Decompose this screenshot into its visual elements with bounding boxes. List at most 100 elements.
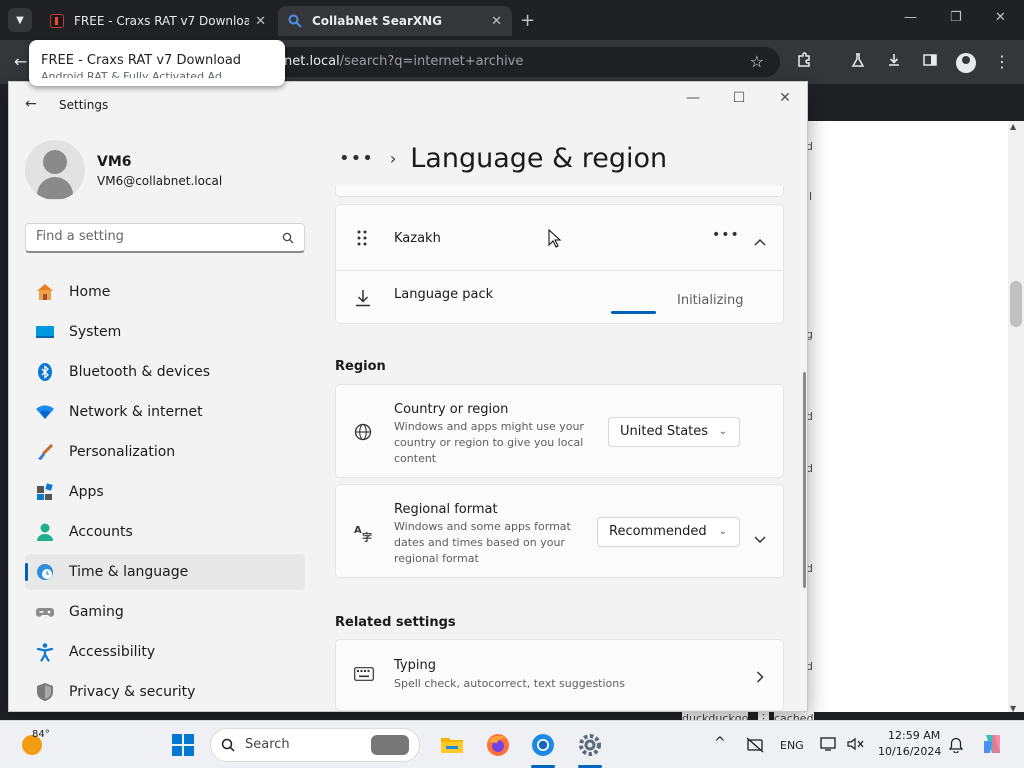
extensions-icon[interactable] xyxy=(794,52,814,72)
input-language[interactable]: ENG xyxy=(780,739,804,752)
volume-muted-icon[interactable] xyxy=(846,736,864,756)
breadcrumb-overflow-icon[interactable]: ••• xyxy=(339,148,374,169)
typing-row[interactable]: Typing Spell check, autocorrect, text su… xyxy=(335,639,784,711)
address-bar[interactable]: net.local/search?q=internet+archive ☆ xyxy=(200,47,780,77)
scroll-down-icon[interactable]: ▼ xyxy=(1010,704,1016,713)
close-tab-icon[interactable]: ✕ xyxy=(255,14,266,29)
page-scrollbar[interactable] xyxy=(1008,121,1024,712)
related-settings-heading: Related settings xyxy=(335,615,456,630)
typing-description: Spell check, autocorrect, text suggestio… xyxy=(394,677,625,690)
nav-item-apps[interactable]: Apps xyxy=(25,474,305,510)
nav-item-time-language[interactable]: Time & language xyxy=(25,554,305,590)
close-icon[interactable]: ✕ xyxy=(775,90,795,106)
nav-item-accounts[interactable]: Accounts xyxy=(25,514,305,550)
copilot-icon[interactable] xyxy=(982,733,1004,759)
apps-icon xyxy=(35,482,55,502)
clock-date[interactable]: 10/16/2024 xyxy=(878,745,941,758)
language-name: Kazakh xyxy=(394,231,441,246)
home-icon xyxy=(35,282,55,302)
gaming-icon xyxy=(35,602,55,622)
nav-label: Personalization xyxy=(69,444,176,460)
chevron-up-icon[interactable] xyxy=(754,231,766,250)
maximize-icon[interactable]: ☐ xyxy=(729,90,749,106)
language-item-kazakh: Kazakh ••• Language pack Initializing xyxy=(335,204,784,324)
chrome-menu-icon[interactable]: ⋮ xyxy=(992,52,1012,71)
nav-item-accessibility[interactable]: Accessibility xyxy=(25,634,305,670)
chevron-down-icon: ⌄ xyxy=(718,426,727,437)
search-icon xyxy=(221,729,235,764)
nav-label: Bluetooth & devices xyxy=(69,364,211,380)
regional-format-description: Windows and some apps format dates and t… xyxy=(394,520,571,565)
nav-item-personalization[interactable]: Personalization xyxy=(25,434,305,470)
browser-tab-searxng[interactable]: CollabNet SearXNG ✕ xyxy=(278,6,512,36)
chevron-down-icon: ⌄ xyxy=(718,526,727,537)
country-region-description: Windows and apps might use your country … xyxy=(394,420,584,465)
file-explorer-icon[interactable] xyxy=(440,733,464,757)
nav-item-system[interactable]: System xyxy=(25,314,305,350)
site-favicon-icon xyxy=(50,14,64,28)
regional-format-dropdown[interactable]: Recommended ⌄ xyxy=(597,517,740,547)
country-region-dropdown[interactable]: United States ⌄ xyxy=(608,417,740,447)
drag-handle-icon[interactable] xyxy=(356,229,368,251)
minimize-icon[interactable]: — xyxy=(904,10,917,25)
avatar xyxy=(25,140,85,200)
nav-label: Accounts xyxy=(69,524,133,540)
nav-label: Home xyxy=(69,284,111,300)
labs-flask-icon[interactable] xyxy=(848,52,868,72)
notification-bell-icon[interactable] xyxy=(948,737,964,757)
bookmark-star-icon[interactable]: ☆ xyxy=(750,47,764,77)
display-icon[interactable] xyxy=(820,736,838,756)
side-panel-icon[interactable] xyxy=(920,52,940,72)
settings-gear-icon[interactable] xyxy=(578,733,602,757)
profile-avatar-icon[interactable] xyxy=(956,53,976,73)
nav-item-privacy[interactable]: Privacy & security xyxy=(25,674,305,710)
language-card-partial xyxy=(335,186,784,197)
chrome-icon[interactable] xyxy=(531,733,555,757)
bluetooth-icon xyxy=(35,362,55,382)
browser-tab-craxs[interactable]: FREE - Craxs RAT v7 Download ✕ xyxy=(40,6,276,36)
regional-format-icon: A字 xyxy=(354,523,376,547)
more-options-icon[interactable]: ••• xyxy=(712,227,740,243)
user-profile[interactable]: VM6 VM6@collabnet.local xyxy=(25,134,315,210)
nav-item-network[interactable]: Network & internet xyxy=(25,394,305,430)
clock-time[interactable]: 12:59 AM xyxy=(888,729,940,742)
close-tab-icon[interactable]: ✕ xyxy=(491,14,502,29)
address-path: /search?q=internet+archive xyxy=(339,54,524,69)
network-icon xyxy=(35,402,55,422)
taskbar: 84° Search ^ ENG 12:59 AM 10/16/2024 xyxy=(0,720,1024,768)
settings-scrollbar[interactable] xyxy=(803,372,806,588)
nav-item-home[interactable]: Home xyxy=(25,274,305,310)
tab-search-button[interactable]: ▼ xyxy=(8,8,32,32)
nav-item-gaming[interactable]: Gaming xyxy=(25,594,305,630)
keyboard-icon xyxy=(354,666,374,685)
nav-label: System xyxy=(69,324,122,340)
firefox-icon[interactable] xyxy=(486,733,510,757)
accounts-icon xyxy=(35,522,55,542)
page-title: Language & region xyxy=(410,142,668,174)
restore-icon[interactable]: ❐ xyxy=(950,10,962,25)
page-scrollbar-thumb[interactable] xyxy=(1010,281,1022,327)
nav-label: Privacy & security xyxy=(69,684,196,700)
expand-chevron-icon[interactable] xyxy=(754,529,766,548)
nav-label: Accessibility xyxy=(69,644,156,660)
network-disconnected-icon[interactable] xyxy=(746,737,764,757)
scroll-up-icon[interactable]: ▲ xyxy=(1010,122,1016,131)
start-button[interactable] xyxy=(172,734,194,756)
download-icon xyxy=(354,289,372,311)
back-arrow-icon[interactable]: ← xyxy=(14,52,27,71)
tray-overflow-icon[interactable]: ^ xyxy=(714,735,726,751)
nav-item-bluetooth[interactable]: Bluetooth & devices xyxy=(25,354,305,390)
shield-icon xyxy=(35,682,55,702)
minimize-icon[interactable]: — xyxy=(683,90,703,106)
region-heading: Region xyxy=(335,359,386,374)
close-window-icon[interactable]: ✕ xyxy=(995,10,1006,25)
new-tab-icon[interactable]: + xyxy=(520,10,535,31)
find-setting-input[interactable]: Find a setting xyxy=(25,223,305,253)
taskbar-search[interactable]: Search xyxy=(210,728,420,762)
regional-format-value: Recommended xyxy=(609,524,707,539)
user-email: VM6@collabnet.local xyxy=(97,174,223,188)
country-region-value: United States xyxy=(620,424,709,439)
browser-tabstrip: ▼ FREE - Craxs RAT v7 Download ✕ CollabN… xyxy=(0,0,1024,40)
back-arrow-icon[interactable]: ← xyxy=(25,96,37,112)
downloads-icon[interactable] xyxy=(884,52,904,72)
